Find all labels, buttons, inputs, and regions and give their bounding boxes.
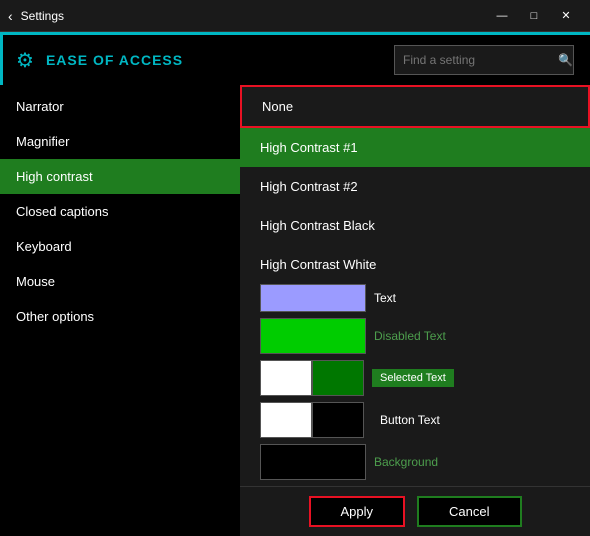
- color-row-text: Text: [260, 284, 590, 312]
- selected-bg-swatch[interactable]: [312, 360, 364, 396]
- dropdown-item-none[interactable]: None: [240, 85, 590, 128]
- search-box[interactable]: 🔍: [394, 45, 574, 75]
- sidebar-item-narrator[interactable]: Narrator: [0, 89, 240, 124]
- disabled-text-label: Disabled Text: [366, 325, 454, 347]
- sidebar-label-high-contrast: High contrast: [16, 169, 93, 184]
- sidebar-label-keyboard: Keyboard: [16, 239, 72, 254]
- top-accent-border: [0, 32, 590, 35]
- text-color-swatch[interactable]: [260, 284, 366, 312]
- sidebar-item-magnifier[interactable]: Magnifier: [0, 124, 240, 159]
- maximize-button[interactable]: □: [518, 0, 550, 32]
- window-controls: — □ ✕: [486, 0, 582, 32]
- dropdown-item-hc2[interactable]: High Contrast #2: [240, 167, 590, 206]
- gear-icon: ⚙: [16, 48, 34, 73]
- action-bar: Apply Cancel: [240, 486, 590, 536]
- theme-dropdown: None High Contrast #1 High Contrast #2 H…: [240, 85, 590, 284]
- dropdown-item-hcblack[interactable]: High Contrast Black: [240, 206, 590, 245]
- button-fg-swatch[interactable]: [260, 402, 312, 438]
- selected-swatch-pair: [260, 360, 364, 396]
- button-text-label: Button Text: [372, 409, 448, 431]
- color-row-disabled: Disabled Text: [260, 318, 590, 354]
- color-row-selected: Selected Text: [260, 360, 590, 396]
- dropdown-item-hcwhite[interactable]: High Contrast White: [240, 245, 590, 284]
- selected-text-badge: Selected Text: [372, 369, 454, 387]
- button-swatch-pair: [260, 402, 364, 438]
- sidebar: Narrator Magnifier High contrast Closed …: [0, 85, 240, 536]
- sidebar-label-magnifier: Magnifier: [16, 134, 69, 149]
- back-button[interactable]: ‹: [8, 8, 13, 24]
- sidebar-label-closed-captions: Closed captions: [16, 204, 109, 219]
- cancel-button[interactable]: Cancel: [417, 496, 521, 527]
- search-icon: 🔍: [558, 53, 573, 67]
- sidebar-item-high-contrast[interactable]: High contrast: [0, 159, 240, 194]
- background-label: Background: [366, 451, 446, 473]
- sidebar-item-other-options[interactable]: Other options: [0, 299, 240, 334]
- background-color-swatch[interactable]: [260, 444, 366, 480]
- dropdown-item-hc1[interactable]: High Contrast #1: [240, 128, 590, 167]
- sidebar-item-mouse[interactable]: Mouse: [0, 264, 240, 299]
- button-bg-swatch[interactable]: [312, 402, 364, 438]
- header-bar: ⚙ EASE OF ACCESS 🔍: [0, 35, 590, 85]
- sidebar-item-closed-captions[interactable]: Closed captions: [0, 194, 240, 229]
- sidebar-item-keyboard[interactable]: Keyboard: [0, 229, 240, 264]
- disabled-color-swatch[interactable]: [260, 318, 366, 354]
- search-input[interactable]: [403, 53, 558, 67]
- sidebar-label-narrator: Narrator: [16, 99, 64, 114]
- color-row-background: Background: [260, 444, 590, 480]
- close-button[interactable]: ✕: [550, 0, 582, 32]
- app-title: EASE OF ACCESS: [46, 52, 394, 68]
- window-title: Settings: [21, 9, 486, 23]
- sidebar-label-mouse: Mouse: [16, 274, 55, 289]
- text-color-label: Text: [374, 291, 396, 305]
- title-bar: ‹ Settings — □ ✕: [0, 0, 590, 32]
- color-row-button: Button Text: [260, 402, 590, 438]
- content-area: None High Contrast #1 High Contrast #2 H…: [240, 85, 590, 536]
- selected-fg-swatch[interactable]: [260, 360, 312, 396]
- minimize-button[interactable]: —: [486, 0, 518, 32]
- apply-button[interactable]: Apply: [309, 496, 406, 527]
- main-area: Narrator Magnifier High contrast Closed …: [0, 85, 590, 536]
- color-samples: Text Disabled Text Selected Text: [260, 284, 590, 486]
- sidebar-label-other-options: Other options: [16, 309, 94, 324]
